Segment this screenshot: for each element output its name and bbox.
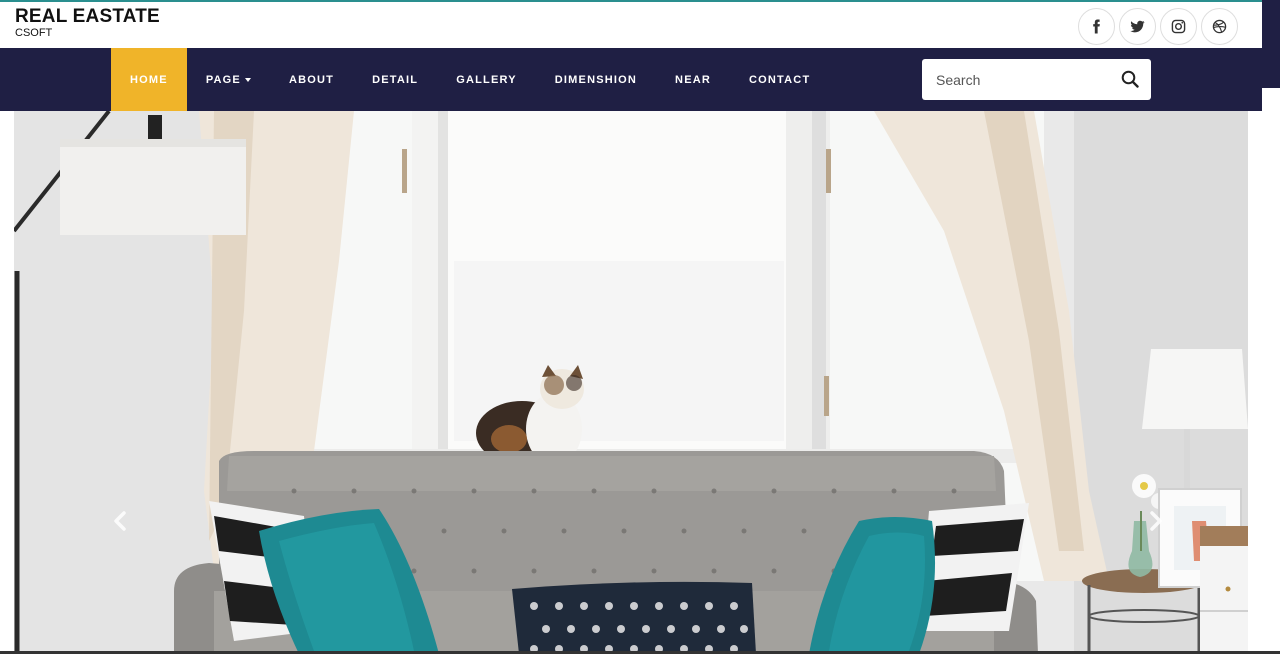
nav-item-about[interactable]: ABOUT bbox=[270, 48, 353, 111]
side-strip-blank bbox=[1262, 88, 1280, 654]
facebook-link[interactable] bbox=[1078, 8, 1115, 45]
brand-title: REAL EASTATE bbox=[15, 6, 160, 27]
hero-image bbox=[14, 111, 1248, 654]
twitter-icon bbox=[1130, 20, 1145, 33]
chevron-right-icon bbox=[1150, 511, 1162, 531]
nav-item-label: HOME bbox=[130, 73, 168, 86]
hero-slider bbox=[14, 111, 1248, 654]
search-icon bbox=[1121, 70, 1139, 88]
nav-item-detail[interactable]: DETAIL bbox=[353, 48, 437, 111]
carousel-prev-button[interactable] bbox=[108, 509, 132, 533]
facebook-icon bbox=[1093, 19, 1100, 34]
top-header: REAL EASTATE CSOFT bbox=[0, 0, 1262, 48]
nav-menu: HOME PAGE ABOUT DETAIL GALLERY DIMENSHIO… bbox=[111, 48, 829, 111]
brand-subtitle: CSOFT bbox=[15, 27, 53, 39]
twitter-link[interactable] bbox=[1119, 8, 1156, 45]
main-navbar: HOME PAGE ABOUT DETAIL GALLERY DIMENSHIO… bbox=[0, 48, 1262, 111]
nav-item-dimenshion[interactable]: DIMENSHION bbox=[536, 48, 656, 111]
nav-item-home[interactable]: HOME bbox=[111, 48, 187, 111]
search-button[interactable] bbox=[1119, 68, 1141, 90]
nav-item-near[interactable]: NEAR bbox=[656, 48, 730, 111]
nav-item-label: ABOUT bbox=[288, 73, 335, 86]
brand-logo[interactable]: REAL EASTATE CSOFT bbox=[15, 7, 160, 39]
nav-item-page[interactable]: PAGE bbox=[187, 48, 270, 111]
nav-item-contact[interactable]: CONTACT bbox=[730, 48, 829, 111]
nav-item-label: DETAIL bbox=[372, 73, 419, 86]
dribbble-icon bbox=[1212, 19, 1227, 34]
search-box bbox=[922, 59, 1151, 100]
carousel-next-button[interactable] bbox=[1144, 509, 1168, 533]
nav-item-label: CONTACT bbox=[749, 73, 811, 86]
nav-item-label: NEAR bbox=[675, 73, 712, 86]
side-strip bbox=[1262, 0, 1280, 88]
caret-down-icon bbox=[244, 77, 251, 82]
dribbble-link[interactable] bbox=[1201, 8, 1238, 45]
nav-item-label: DIMENSHION bbox=[554, 73, 638, 86]
social-links bbox=[1078, 8, 1238, 45]
chevron-left-icon bbox=[114, 511, 126, 531]
instagram-link[interactable] bbox=[1160, 8, 1197, 45]
nav-item-gallery[interactable]: GALLERY bbox=[437, 48, 536, 111]
nav-item-label: PAGE bbox=[205, 73, 241, 86]
nav-item-label: GALLERY bbox=[456, 73, 517, 86]
instagram-icon bbox=[1171, 19, 1186, 34]
search-input[interactable] bbox=[922, 59, 1112, 100]
